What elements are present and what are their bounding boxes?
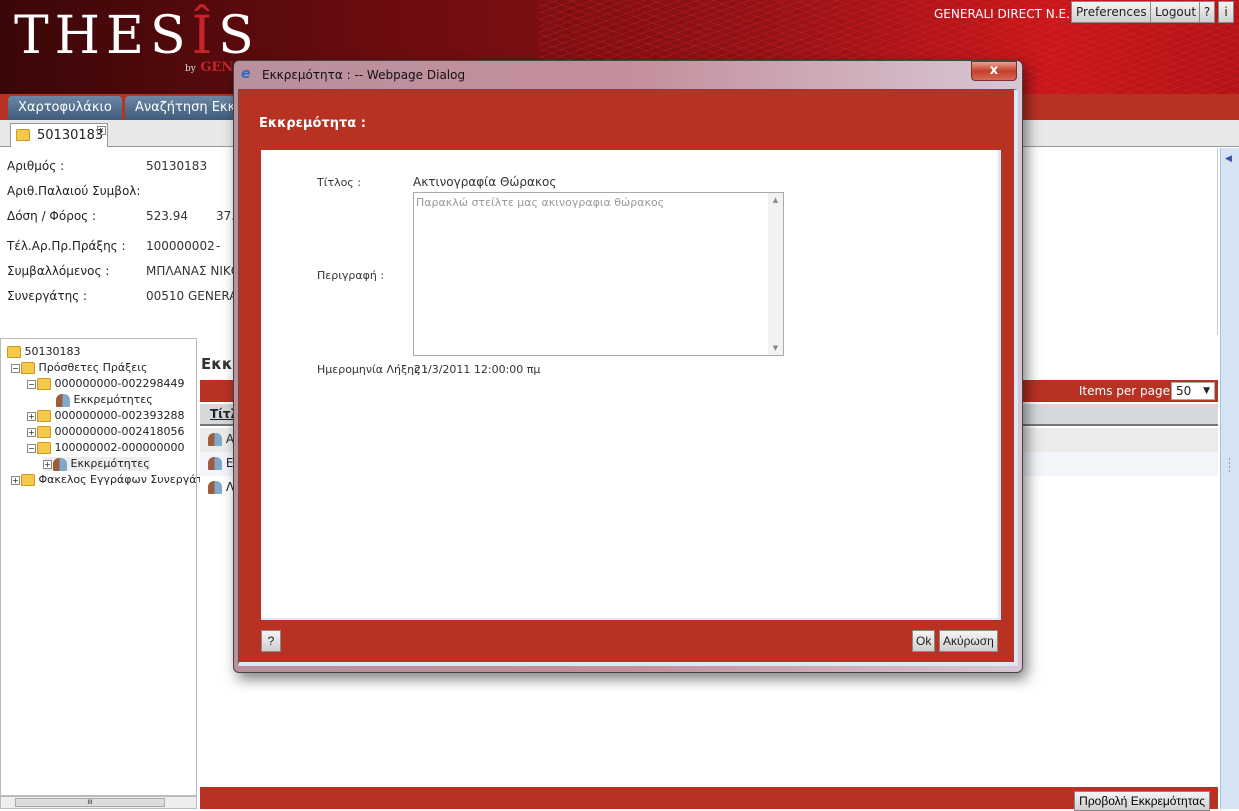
collapse-arrow-icon[interactable]: ◀ [1225,154,1232,164]
expand-icon[interactable]: + [27,427,36,437]
textarea-scrollbar[interactable]: ▲ ▼ [768,193,783,355]
generali-logo: by GEN [185,60,234,75]
drag-handle-icon[interactable]: · · · · [1228,456,1231,477]
folder-icon [37,442,51,454]
description-textarea[interactable]: Παρακλώ στείλτε μας ακινογραφια θώρακος ▲… [413,192,784,356]
pending-user-icon [208,433,222,446]
expiry-value: 21/3/2011 12:00:00 πμ [414,363,541,376]
ok-button[interactable]: Ok [912,630,936,652]
tree-node-partner-docs[interactable]: + Φακελος Εγγράφων Συνεργάτη [11,473,210,486]
folder-icon [21,474,35,486]
expand-icon[interactable]: + [11,475,20,485]
expand-icon[interactable]: + [27,411,36,421]
ie-icon: e [241,66,251,82]
info-button[interactable]: i [1218,1,1234,23]
policy-number: 50130183 [146,159,208,173]
policy-tree: 50130183 − Πρόσθετες Πράξεις − 000000000… [0,338,210,796]
collapse-icon[interactable]: − [27,443,36,453]
tree-node-act[interactable]: − 100000002-000000000 [27,441,184,454]
description-label: Περιγραφή : [317,269,385,282]
close-button[interactable]: x [971,61,1017,81]
items-per-page-select[interactable]: 50 ▼ [1171,382,1215,400]
company-name: GENERALI DIRECT N.E. . [934,7,1078,21]
tree-node-pending[interactable]: Εκκρεμότητες [56,393,153,407]
action-bar: Προβολή Εκκρεμότητας [200,787,1218,811]
chevron-down-icon: ▼ [1203,386,1210,396]
tab-portfolio[interactable]: Χαρτοφυλάκιο [8,96,122,120]
expand-icon[interactable]: + [43,459,52,469]
folder-icon [21,362,35,374]
pending-user-icon [208,457,222,470]
items-per-page-label: Items per page [1078,384,1170,398]
pending-user-icon [208,481,222,494]
scroll-thumb[interactable]: III [15,798,165,807]
tree-horizontal-scrollbar[interactable]: III [0,796,197,809]
dialog-help-button[interactable]: ? [261,630,281,652]
preferences-button[interactable]: Preferences [1071,1,1152,23]
field-label: Αριθμός : [7,159,65,173]
dialog-heading: Εκκρεμότητα : [259,116,366,131]
logout-button[interactable]: Logout [1150,1,1202,23]
folder-icon [37,378,51,390]
tab-label: 50130183 [37,128,104,143]
field-label: Τέλ.Αρ.Πρ.Πράξης : [7,239,126,253]
collapse-icon[interactable]: − [27,379,36,389]
folder-icon [16,129,30,141]
title-label: Τίτλος : [317,176,361,189]
folder-icon [37,426,51,438]
installment-value: 523.94 [146,209,188,223]
tree-node-root[interactable]: 50130183 [7,345,81,358]
title-value: Ακτινογραφία Θώρακος [413,175,557,189]
collapse-panel[interactable]: ◀ · · · · [1220,148,1239,809]
help-button[interactable]: ? [1199,1,1215,23]
separator: - [216,239,221,253]
tree-node-act[interactable]: + 000000000-002393288 [27,409,184,422]
dialog-body: Εκκρεμότητα : Τίτλος : Ακτινογραφία Θώρα… [238,89,1018,666]
expiry-label: Ημερομηνία Λήξης : [317,363,428,376]
pending-user-icon [53,457,67,471]
tree-node-extra-acts[interactable]: − Πρόσθετες Πράξεις [11,361,147,374]
last-act-number: 100000002 [146,239,215,253]
tab-policy[interactable]: 50130183 x [10,123,108,147]
pending-dialog: e Εκκρεμότητα : -- Webpage Dialog x Εκκρ… [233,60,1023,673]
dialog-window-title: Εκκρεμότητα : -- Webpage Dialog [262,68,466,82]
tree-node-act[interactable]: − 000000000-002298449 [27,377,184,390]
field-label: Δόση / Φόρος : [7,209,97,223]
view-pending-button[interactable]: Προβολή Εκκρεμότητας [1074,791,1210,811]
thesis-logo: THESÎS [14,6,260,66]
collapse-icon[interactable]: − [11,363,20,373]
cancel-button[interactable]: Ακύρωση [939,630,998,652]
field-label: Αριθ.Παλαιού Συμβολ: [7,184,141,198]
folder-icon [7,346,21,358]
close-tab-icon[interactable]: x [97,126,106,135]
folder-icon [37,410,51,422]
pending-user-icon [56,393,70,407]
tree-node-pending-selected[interactable]: + Εκκρεμότητες [43,457,150,471]
pending-form: Τίτλος : Ακτινογραφία Θώρακος Παρακλώ στ… [261,150,1001,620]
field-label: Συμβαλλόμενος : [7,264,110,278]
field-label: Συνεργάτης : [7,289,88,303]
tree-node-act[interactable]: + 000000000-002418056 [27,425,184,438]
